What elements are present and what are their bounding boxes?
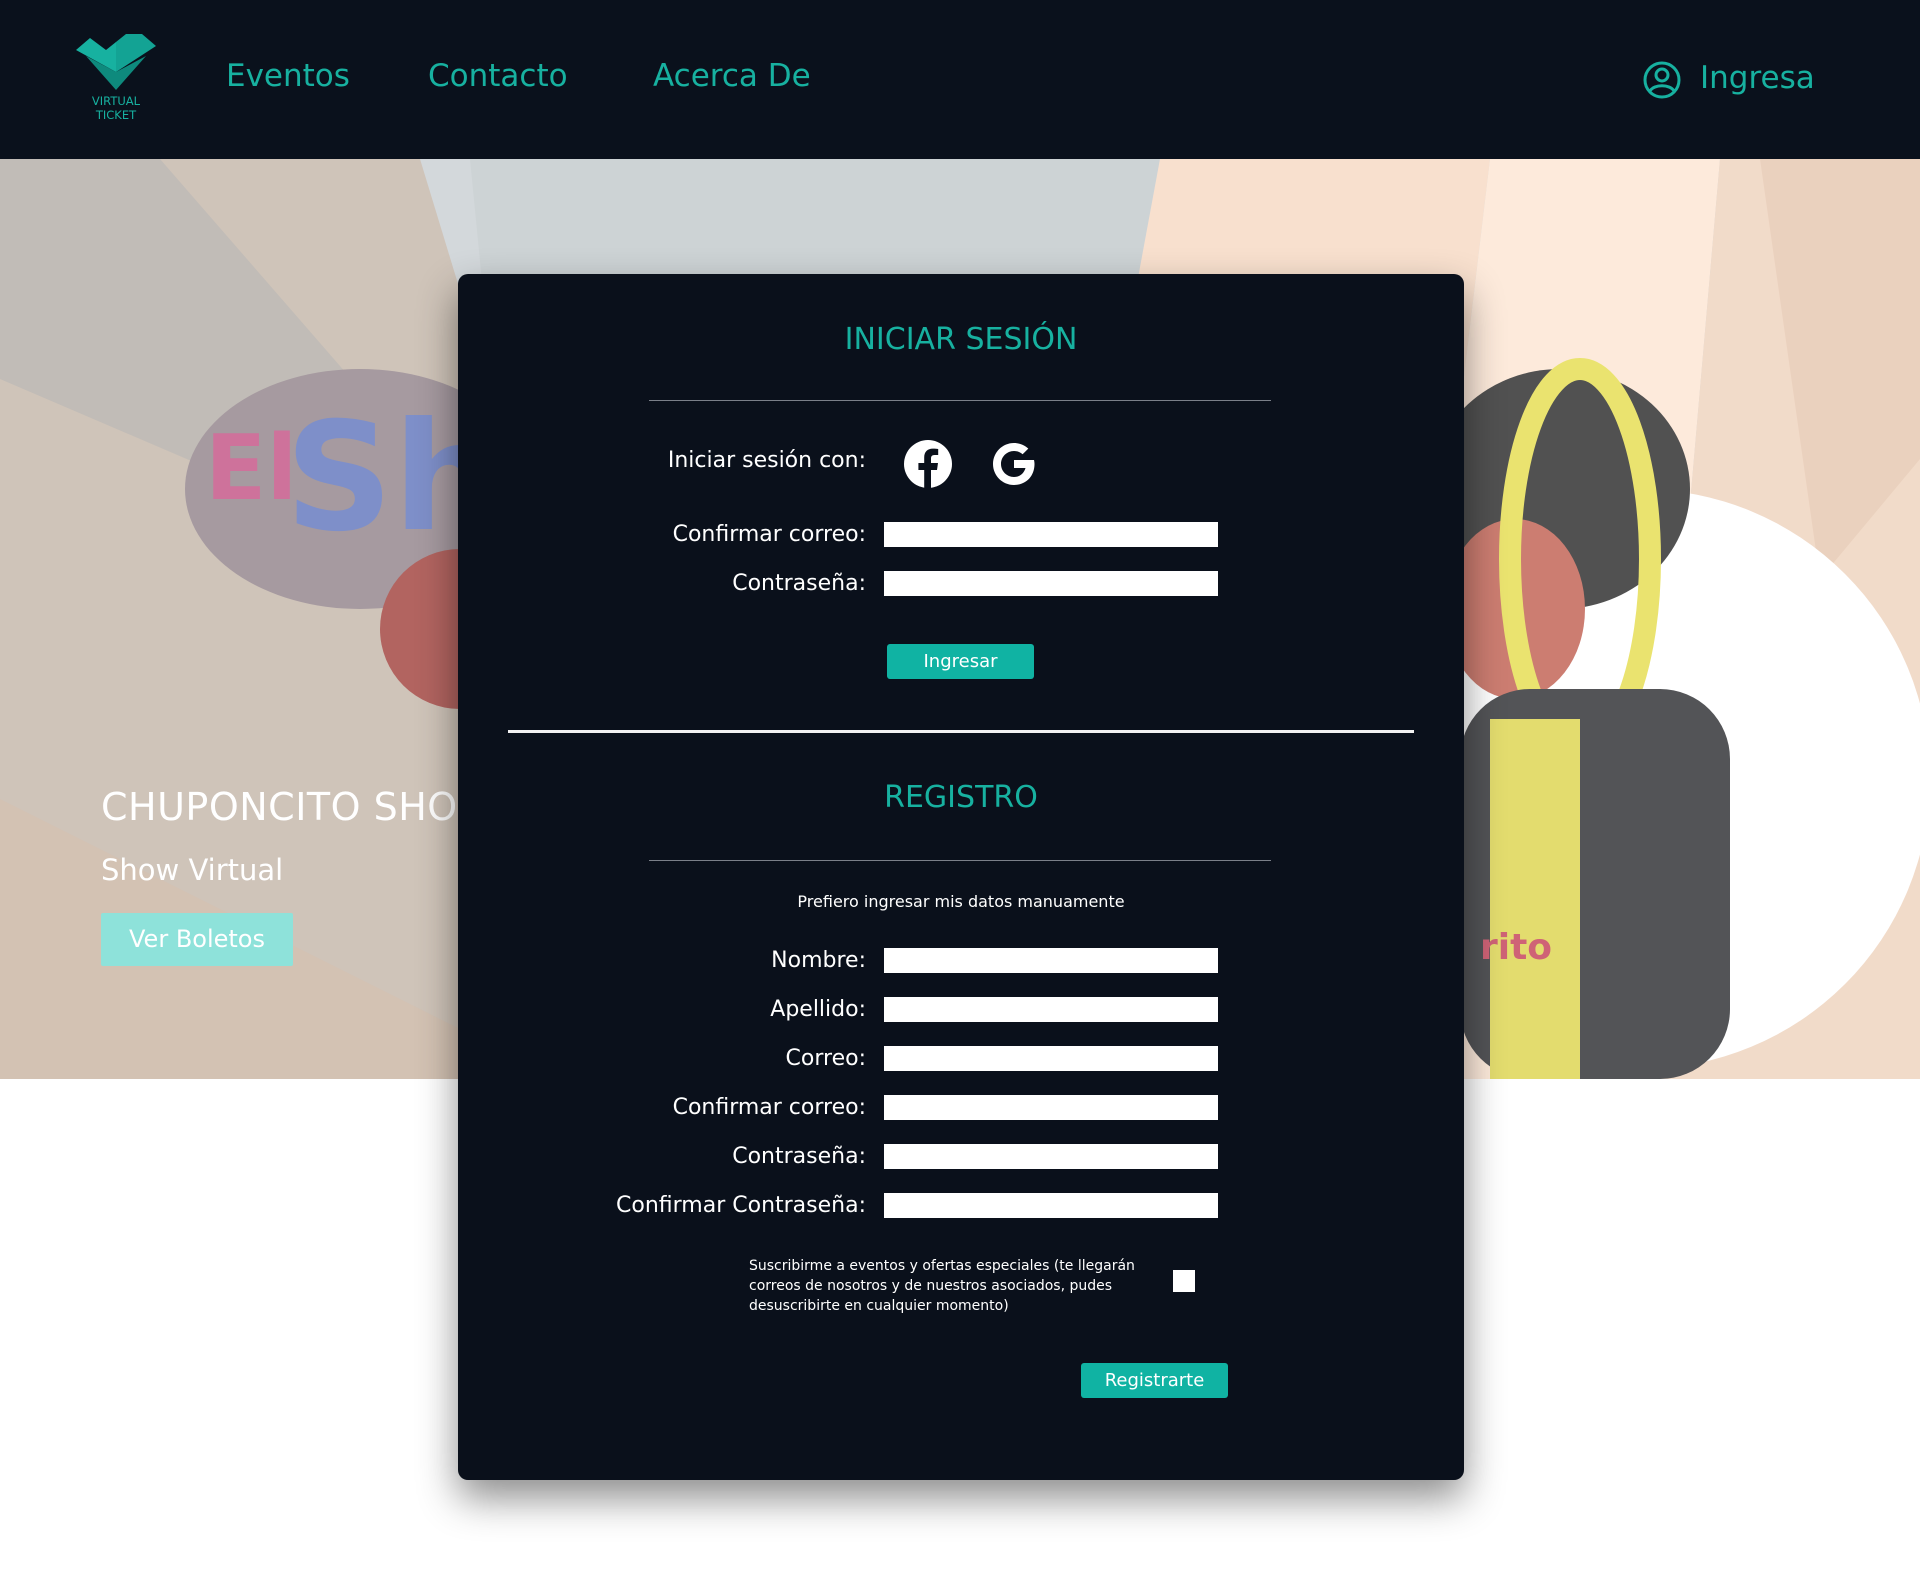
register-correo-field[interactable] [884,1046,1218,1071]
register-nombre-field[interactable] [884,948,1218,973]
login-link[interactable]: Ingresa [1700,58,1815,98]
hero-event-title: CHUPONCITO SHOW [101,785,496,829]
register-password-label: Contraseña: [732,1144,866,1169]
nav-link-acerca-de[interactable]: Acerca De [653,56,811,96]
manual-entry-text: Prefiero ingresar mis datos manuamente [797,892,1125,911]
logo-check-icon [76,34,156,90]
divider [649,400,1271,401]
virtual-ticket-logo[interactable]: VIRTUAL TICKET [76,34,156,130]
ver-boletos-button[interactable]: Ver Boletos [101,913,293,966]
facebook-icon[interactable] [902,438,954,490]
register-correo-label: Correo: [785,1046,866,1071]
login-password-field[interactable] [884,571,1218,596]
register-apellido-label: Apellido: [770,997,866,1022]
register-title: REGISTRO [884,780,1038,815]
register-apellido-field[interactable] [884,997,1218,1022]
subscribe-checkbox[interactable] [1173,1270,1195,1292]
hero-event-subtitle: Show Virtual [101,853,284,887]
top-navbar: VIRTUAL TICKET Eventos Contacto Acerca D… [0,0,1920,159]
ingresar-button[interactable]: Ingresar [887,644,1034,679]
nav-link-contacto[interactable]: Contacto [428,56,568,96]
register-confirm-email-label: Confirmar correo: [672,1095,866,1120]
login-password-label: Contraseña: [732,571,866,596]
register-nombre-label: Nombre: [771,948,866,973]
auth-modal: INICIAR SESIÓN Iniciar sesión con: Confi… [458,274,1464,1480]
logo-text-ticket: TICKET [95,108,137,122]
section-divider [508,730,1414,733]
user-circle-icon[interactable] [1642,60,1682,100]
nav-link-eventos[interactable]: Eventos [226,56,350,96]
logo-text-virtual: VIRTUAL [91,94,141,108]
register-confirm-password-field[interactable] [884,1193,1218,1218]
register-password-field[interactable] [884,1144,1218,1169]
register-confirm-password-label: Confirmar Contraseña: [616,1193,866,1218]
register-confirm-email-field[interactable] [884,1095,1218,1120]
subscribe-text: Suscribirme a eventos y ofertas especial… [749,1258,1135,1314]
social-login-label: Iniciar sesión con: [667,448,866,473]
divider [649,860,1271,861]
google-icon[interactable] [988,438,1040,490]
login-email-field[interactable] [884,522,1218,547]
login-email-label: Confirmar correo: [672,522,866,547]
login-title: INICIAR SESIÓN [844,322,1078,357]
registrarte-button[interactable]: Registrarte [1081,1363,1228,1398]
